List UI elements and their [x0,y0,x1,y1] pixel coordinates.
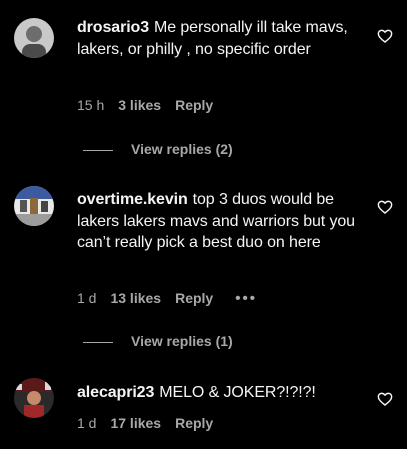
reply-button[interactable]: Reply [175,289,213,307]
reply-button[interactable]: Reply [175,414,213,432]
avatar[interactable] [14,186,54,226]
avatar[interactable] [14,18,54,58]
comment-text-block: overtime.kevin top 3 duos would be lakers… [77,189,377,254]
comment-age: 1 d [77,415,97,431]
comment-age: 1 d [77,290,97,306]
comment-likes[interactable]: 3 likes [118,96,161,114]
replies-divider-line [83,341,113,343]
comment-likes[interactable]: 17 likes [110,414,161,432]
comment-age: 15 h [77,97,105,113]
avatar[interactable] [14,378,54,418]
comment-username[interactable]: alecapri23 [77,384,154,401]
view-replies-label: View replies (2) [131,141,233,157]
comment-username[interactable]: drosario3 [77,19,149,36]
heart-icon[interactable] [377,391,393,407]
comment-likes[interactable]: 13 likes [110,289,161,307]
more-options-icon[interactable]: ••• [235,290,257,308]
replies-divider-line [83,149,113,151]
view-replies-label: View replies (1) [131,333,233,349]
comment-text-block: drosario3 Me personally ill take mavs, la… [77,17,377,60]
comment-meta: 15 h 3 likes Reply [77,96,235,114]
comment-body: MELO & JOKER?!?!?! [159,384,316,401]
heart-icon[interactable] [377,199,393,215]
reply-button[interactable]: Reply [175,96,213,114]
comment-text-block: alecapri23 MELO & JOKER?!?!?! [77,382,377,404]
comment-meta: 1 d 17 likes Reply [77,414,235,432]
comment-meta: 1 d 13 likes Reply ••• [77,289,257,307]
view-replies-button[interactable]: View replies (1) [83,332,233,350]
heart-icon[interactable] [377,28,393,44]
view-replies-button[interactable]: View replies (2) [83,140,233,158]
comment-username[interactable]: overtime.kevin [77,191,188,208]
